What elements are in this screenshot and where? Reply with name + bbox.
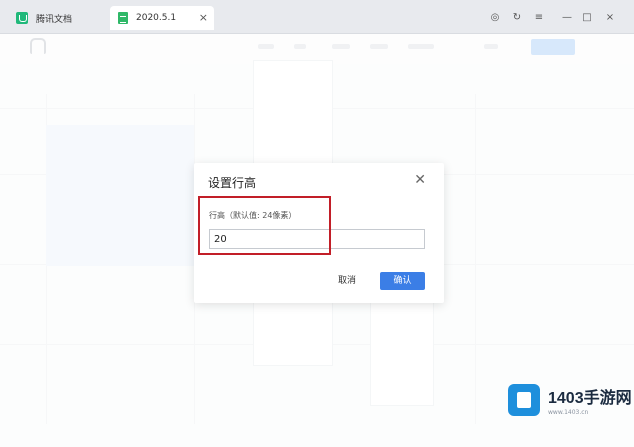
sheet-doc-icon — [118, 12, 128, 24]
confirm-button[interactable]: 确认 — [380, 272, 425, 290]
tencent-docs-logo-icon — [16, 12, 28, 24]
close-tab-icon[interactable]: × — [199, 11, 208, 24]
title-bar: 腾讯文档 2020.5.1 × ◎ ↻ ≡ — □ × — [0, 0, 634, 34]
refresh-icon[interactable]: ↻ — [510, 12, 524, 23]
highlight-annotation — [198, 196, 331, 255]
tab-tencent-docs[interactable]: 腾讯文档 — [8, 6, 108, 30]
watermark: 1403手游网 www.1403.cn — [508, 384, 632, 416]
maximize-icon[interactable]: □ — [580, 12, 594, 23]
close-window-icon[interactable]: × — [603, 12, 617, 23]
cancel-button[interactable]: 取消 — [327, 272, 367, 290]
menu-icon[interactable]: ≡ — [532, 12, 546, 23]
tab-label: 2020.5.1 — [136, 13, 177, 23]
watermark-logo-icon — [508, 384, 540, 416]
watermark-subtitle: www.1403.cn — [548, 409, 589, 416]
watermark-title: 1403手游网 — [548, 390, 632, 407]
target-icon[interactable]: ◎ — [488, 12, 502, 23]
tab-label: 腾讯文档 — [36, 14, 73, 25]
dialog-title: 设置行高 — [208, 176, 257, 190]
close-icon[interactable]: ✕ — [414, 172, 426, 188]
tab-document[interactable]: 2020.5.1 × — [110, 6, 214, 30]
minimize-icon[interactable]: — — [560, 12, 574, 23]
